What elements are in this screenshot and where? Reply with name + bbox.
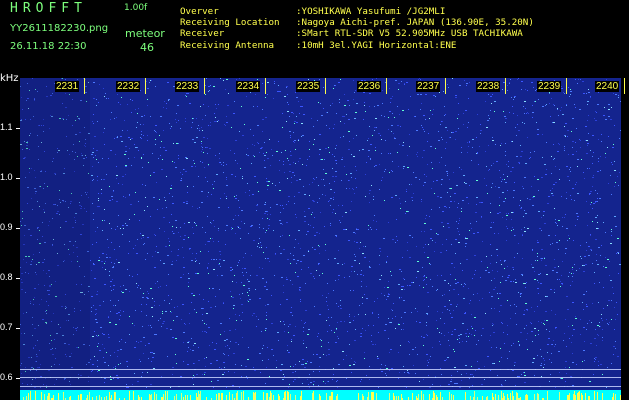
y-tick-mark (16, 178, 20, 179)
y-tick-mark (16, 128, 20, 129)
reference-line (20, 377, 621, 378)
x-tick-label: 2236 (357, 81, 382, 92)
header-left-panel: HROFFT 1.00f YY2611182230.png meteor 26.… (0, 0, 170, 62)
image-filename: YY2611182230.png (10, 23, 109, 34)
reference-line (20, 386, 621, 387)
y-tick-label: 0.6 (0, 372, 13, 382)
station-info-row-receiver: Receiver :SMart RTL-SDR V5 52.905MHz USB… (180, 28, 534, 39)
x-tick-mark (386, 78, 387, 94)
y-tick-mark (16, 228, 20, 229)
station-info-row-location: Receiving Location :Nagoya Aichi-pref. J… (180, 17, 534, 28)
station-info-row-observer: Overver :YOSHIKAWA Yasufumi /JG2MLI (180, 6, 534, 17)
x-tick-mark (505, 78, 506, 94)
x-tick-mark (566, 78, 567, 94)
x-tick-mark (265, 78, 266, 94)
app-logo: HROFFT (10, 1, 87, 16)
reference-line (20, 369, 621, 370)
station-info-value: :10mH 3el.YAGI Horizontal:ENE (296, 39, 457, 51)
x-tick-mark (445, 78, 446, 94)
station-info-label: Receiver (180, 28, 225, 40)
app-version: 1.00f (124, 3, 148, 13)
y-tick-label: 1.1 (0, 122, 13, 132)
y-tick-label: 1.0 (0, 172, 13, 182)
noise-layer (20, 78, 621, 388)
x-tick-label: 2234 (236, 81, 261, 92)
x-tick-label: 2238 (476, 81, 501, 92)
station-info-value: :YOSHIKAWA Yasufumi /JG2MLI (296, 6, 446, 17)
y-tick-mark (16, 278, 20, 279)
x-tick-label: 2231 (55, 81, 80, 92)
x-tick-label: 2240 (595, 81, 620, 92)
x-tick-label: 2233 (175, 81, 200, 92)
station-info-value: :SMart RTL-SDR V5 52.905MHz USB TACHIKAW… (296, 28, 523, 40)
left-dim-column (20, 78, 90, 390)
y-tick-label: 0.7 (0, 322, 13, 332)
station-info-label: Overver (180, 6, 219, 17)
x-tick-label: 2232 (116, 81, 141, 92)
x-tick-mark (204, 78, 205, 94)
y-tick-mark (16, 378, 20, 379)
x-tick-label: 2235 (296, 81, 321, 92)
station-info-value: :Nagoya Aichi-pref. JAPAN (136.90E, 35.2… (296, 17, 534, 29)
spectrogram-plot[interactable] (20, 78, 621, 400)
plot-right-frame (621, 78, 629, 400)
y-tick-label: 0.8 (0, 272, 13, 282)
hrofft-window: HROFFT 1.00f YY2611182230.png meteor 26.… (0, 0, 629, 400)
x-tick-label: 2237 (416, 81, 441, 92)
y-axis: 1.1 1.0 0.9 0.8 0.7 0.6 (0, 78, 20, 400)
station-info-label: Receiving Location (180, 17, 280, 29)
station-info-label: Receiving Antenna (180, 39, 275, 51)
spectrogram-canvas (20, 78, 621, 400)
y-tick-label: 0.9 (0, 222, 13, 232)
capture-timestamp: 26.11.18 22:30 (10, 41, 87, 52)
x-tick-mark (84, 78, 85, 94)
y-tick-mark (16, 328, 20, 329)
meteor-label: meteor (125, 27, 165, 40)
x-tick-mark (145, 78, 146, 94)
station-info-row-antenna: Receiving Antenna :10mH 3el.YAGI Horizon… (180, 40, 534, 51)
station-info-panel: Overver :YOSHIKAWA Yasufumi /JG2MLI Rece… (180, 6, 534, 51)
x-tick-mark (624, 78, 625, 94)
x-tick-mark (325, 78, 326, 94)
meteor-count: 46 (140, 41, 154, 54)
x-tick-label: 2239 (537, 81, 562, 92)
